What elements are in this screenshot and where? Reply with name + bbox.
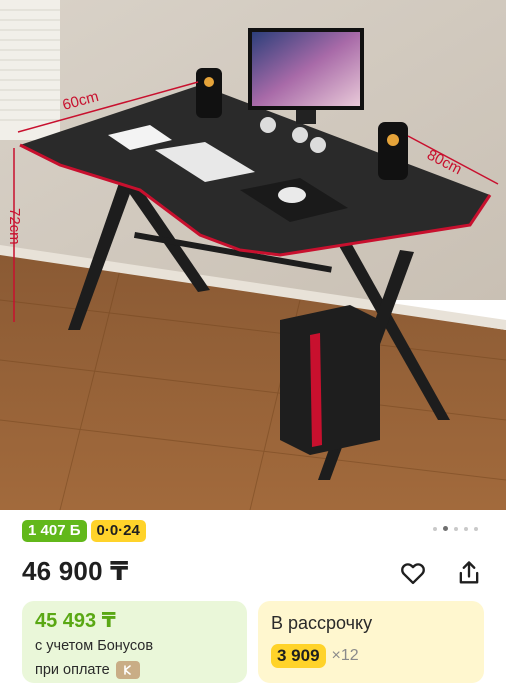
bonus-points-badge: 1 407 Б — [22, 520, 87, 542]
installment-amount: 3 909 — [271, 644, 326, 668]
gallery-dot[interactable] — [474, 526, 478, 531]
bonus-line-2-row: при оплате — [35, 660, 234, 680]
bonus-price-card[interactable]: 45 493 ₸ с учетом Бонусов при оплате — [22, 601, 247, 683]
gallery-indicator[interactable] — [433, 526, 478, 531]
kaspi-icon — [115, 661, 140, 679]
favorite-button[interactable] — [396, 556, 430, 590]
product-price: 46 900 ₸ — [22, 556, 129, 586]
gallery-dot[interactable] — [433, 526, 437, 531]
installment-badge: 0·0·24 — [90, 520, 146, 542]
installment-title: В рассрочку — [271, 613, 373, 633]
bonus-line-1: с учетом Бонусов — [35, 638, 154, 654]
bonus-price: 45 493 ₸ — [35, 610, 116, 632]
installment-multiplier: ×12 — [331, 647, 359, 664]
product-image[interactable]: 60cm 80cm 72cm — [0, 0, 506, 510]
product-badges: 1 407 Б 0·0·24 — [22, 520, 146, 542]
installment-card[interactable]: В рассрочку 3 909 ×12 — [258, 601, 484, 683]
gallery-dot-active[interactable] — [443, 526, 448, 531]
bonus-line-2: при оплате — [35, 662, 110, 678]
dimension-height-label: 72cm — [6, 208, 23, 245]
gallery-dot[interactable] — [464, 526, 468, 531]
share-button[interactable] — [452, 556, 486, 590]
heart-icon — [401, 563, 425, 585]
installment-row: 3 909 ×12 — [271, 644, 471, 668]
share-icon — [459, 561, 479, 584]
gallery-dot[interactable] — [454, 526, 458, 531]
